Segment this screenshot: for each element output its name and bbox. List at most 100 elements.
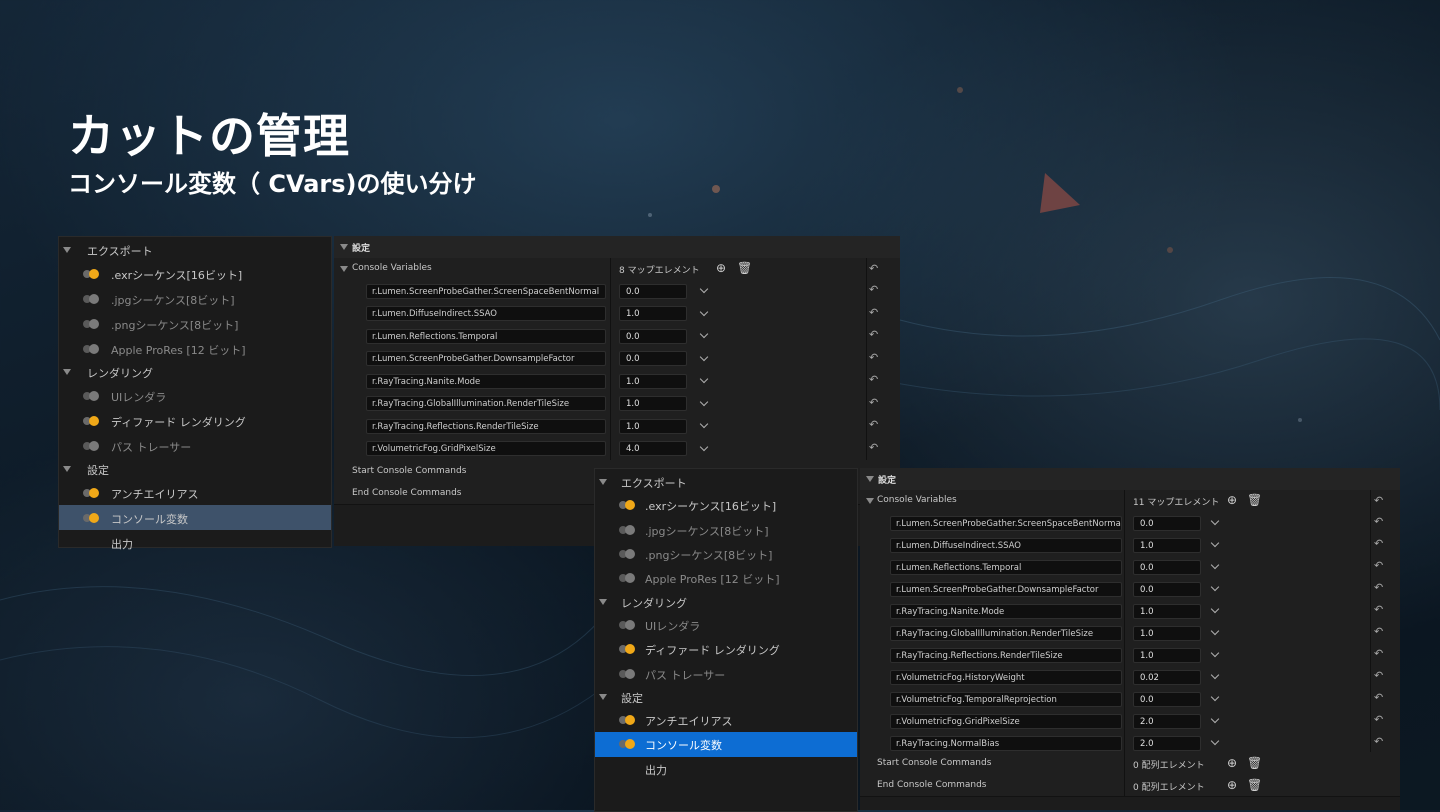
cvar-name-field[interactable]: r.RayTracing.GlobalIllumination.RenderTi… xyxy=(890,625,1122,641)
toggle-switch-icon[interactable] xyxy=(83,440,99,451)
reset-arrow-icon[interactable]: ↶ xyxy=(1374,625,1383,638)
reset-arrow-icon[interactable]: ↶ xyxy=(1374,537,1383,550)
toggle-switch-icon[interactable] xyxy=(619,524,635,535)
tree-item[interactable]: .jpgシーケンス[8ビット] xyxy=(59,286,331,311)
chevron-down-icon[interactable] xyxy=(1210,626,1220,636)
tree-item[interactable]: 出力 xyxy=(595,757,857,781)
chevron-down-icon[interactable] xyxy=(1210,692,1220,702)
tree-item[interactable]: ディファード レンダリング xyxy=(595,637,857,661)
tree-item[interactable]: アンチエイリアス xyxy=(595,708,857,732)
cvar-value-field[interactable]: 0.0 xyxy=(1133,515,1201,531)
plus-circle-icon[interactable]: ⊕ xyxy=(716,261,726,275)
chevron-down-icon[interactable] xyxy=(699,442,709,451)
cvar-name-field[interactable]: r.VolumetricFog.HistoryWeight xyxy=(890,669,1122,685)
tree-item[interactable]: パス トレーサー xyxy=(59,433,331,458)
cvar-value-field[interactable]: 1.0 xyxy=(1133,647,1201,663)
end-console-commands-row[interactable]: End Console Commands 0 配列エレメント ⊕ 🗑 xyxy=(860,774,1400,797)
plus-circle-icon[interactable]: ⊕ xyxy=(1227,493,1237,507)
tree-item[interactable]: コンソール変数 xyxy=(595,732,857,757)
reset-arrow-icon[interactable]: ↶ xyxy=(1374,515,1383,528)
cvar-name-field[interactable]: r.VolumetricFog.GridPixelSize xyxy=(366,441,606,457)
cvar-name-field[interactable]: r.RayTracing.GlobalIllumination.RenderTi… xyxy=(366,396,606,412)
reset-arrow-icon[interactable]: ↶ xyxy=(1374,713,1383,726)
toggle-switch-icon[interactable] xyxy=(83,487,99,498)
cvar-name-field[interactable]: r.Lumen.ScreenProbeGather.ScreenSpaceBen… xyxy=(366,283,606,299)
cvar-name-field[interactable]: r.RayTracing.Reflections.RenderTileSize xyxy=(890,647,1122,663)
toggle-switch-icon[interactable] xyxy=(619,573,635,584)
cvar-value-field[interactable]: 1.0 xyxy=(619,306,687,322)
chevron-down-icon[interactable] xyxy=(699,375,709,384)
reset-arrow-icon[interactable]: ↶ xyxy=(869,328,878,341)
cvar-name-field[interactable]: r.RayTracing.Reflections.RenderTileSize xyxy=(366,418,606,434)
chevron-down-icon[interactable] xyxy=(1210,714,1220,724)
chevron-down-icon[interactable] xyxy=(699,285,709,294)
toggle-switch-icon[interactable] xyxy=(83,390,99,401)
reset-arrow-icon[interactable]: ↶ xyxy=(869,418,878,431)
tree-item[interactable]: ディファード レンダリング xyxy=(59,408,331,433)
tree-group-header[interactable]: 設定 xyxy=(595,686,857,708)
console-variables-row[interactable]: Console Variables 8 マップエレメント ⊕ 🗑 ↶ xyxy=(334,258,900,281)
cvar-name-field[interactable]: r.RayTracing.NormalBias xyxy=(890,735,1122,751)
cvar-value-field[interactable]: 1.0 xyxy=(1133,625,1201,641)
tree-item[interactable]: .pngシーケンス[8ビット] xyxy=(59,311,331,336)
cvar-name-field[interactable]: r.Lumen.DiffuseIndirect.SSAO xyxy=(366,306,606,322)
toggle-switch-icon[interactable] xyxy=(83,343,99,354)
tree-item[interactable]: UIレンダラ xyxy=(59,383,331,408)
reset-arrow-icon[interactable]: ↶ xyxy=(1374,581,1383,594)
toggle-switch-icon[interactable] xyxy=(619,739,635,750)
cvar-value-field[interactable]: 1.0 xyxy=(619,396,687,412)
reset-arrow-icon[interactable]: ↶ xyxy=(869,306,878,319)
tree-item[interactable]: パス トレーサー xyxy=(595,661,857,685)
cvar-name-field[interactable]: r.Lumen.ScreenProbeGather.ScreenSpaceBen… xyxy=(890,515,1122,531)
cvar-name-field[interactable]: r.Lumen.DiffuseIndirect.SSAO xyxy=(890,537,1122,553)
reset-arrow-icon[interactable]: ↶ xyxy=(869,441,878,454)
toggle-switch-icon[interactable] xyxy=(619,714,635,725)
chevron-down-icon[interactable] xyxy=(1210,516,1220,526)
tree-item[interactable]: .jpgシーケンス[8ビット] xyxy=(595,517,857,541)
cvar-value-field[interactable]: 1.0 xyxy=(1133,537,1201,553)
reset-arrow-icon[interactable]: ↶ xyxy=(869,283,878,296)
reset-arrow-icon[interactable]: ↶ xyxy=(1374,691,1383,704)
cvar-value-field[interactable]: 0.0 xyxy=(619,328,687,344)
toggle-switch-icon[interactable] xyxy=(619,548,635,559)
chevron-down-icon[interactable] xyxy=(1210,604,1220,614)
tree-item[interactable]: UIレンダラ xyxy=(595,613,857,637)
toggle-switch-icon[interactable] xyxy=(83,268,99,279)
chevron-down-icon[interactable] xyxy=(699,330,709,339)
reset-arrow-icon[interactable]: ↶ xyxy=(1374,494,1383,507)
cvar-name-field[interactable]: r.RayTracing.Nanite.Mode xyxy=(366,373,606,389)
cvar-name-field[interactable]: r.Lumen.ScreenProbeGather.DownsampleFact… xyxy=(366,351,606,367)
cvar-value-field[interactable]: 0.0 xyxy=(1133,581,1201,597)
cvar-name-field[interactable]: r.Lumen.ScreenProbeGather.DownsampleFact… xyxy=(890,581,1122,597)
tree-group-header[interactable]: レンダリング xyxy=(59,361,331,383)
cvar-name-field[interactable]: r.Lumen.Reflections.Temporal xyxy=(890,559,1122,575)
reset-arrow-icon[interactable]: ↶ xyxy=(1374,559,1383,572)
tree-group-header[interactable]: エクスポート xyxy=(59,239,331,261)
toggle-switch-icon[interactable] xyxy=(619,644,635,655)
chevron-down-icon[interactable] xyxy=(699,352,709,361)
tree-item[interactable]: .exrシーケンス[16ビット] xyxy=(59,261,331,286)
plus-circle-icon[interactable]: ⊕ xyxy=(1227,756,1237,770)
trash-icon[interactable]: 🗑 xyxy=(1247,756,1262,770)
start-console-commands-row[interactable]: Start Console Commands 0 配列エレメント ⊕ 🗑 xyxy=(860,752,1400,775)
cvar-value-field[interactable]: 2.0 xyxy=(1133,713,1201,729)
reset-arrow-icon[interactable]: ↶ xyxy=(1374,647,1383,660)
chevron-down-icon[interactable] xyxy=(699,397,709,406)
cvar-value-field[interactable]: 0.0 xyxy=(1133,559,1201,575)
toggle-switch-icon[interactable] xyxy=(619,500,635,511)
cvar-name-field[interactable]: r.Lumen.Reflections.Temporal xyxy=(366,328,606,344)
cvar-name-field[interactable]: r.VolumetricFog.GridPixelSize xyxy=(890,713,1122,729)
cvar-name-field[interactable]: r.RayTracing.Nanite.Mode xyxy=(890,603,1122,619)
trash-icon[interactable]: 🗑 xyxy=(1247,778,1262,792)
reset-arrow-icon[interactable]: ↶ xyxy=(1374,735,1383,748)
console-variables-row[interactable]: Console Variables 11 マップエレメント ⊕ 🗑 ↶ xyxy=(860,490,1400,513)
cvar-value-field[interactable]: 2.0 xyxy=(1133,735,1201,751)
toggle-switch-icon[interactable] xyxy=(619,668,635,679)
cvar-value-field[interactable]: 0.0 xyxy=(619,351,687,367)
chevron-down-icon[interactable] xyxy=(1210,648,1220,658)
chevron-down-icon[interactable] xyxy=(699,307,709,316)
tree-item[interactable]: .pngシーケンス[8ビット] xyxy=(595,542,857,566)
chevron-down-icon[interactable] xyxy=(1210,538,1220,548)
trash-icon[interactable]: 🗑 xyxy=(737,261,752,275)
cvar-value-field[interactable]: 1.0 xyxy=(619,373,687,389)
